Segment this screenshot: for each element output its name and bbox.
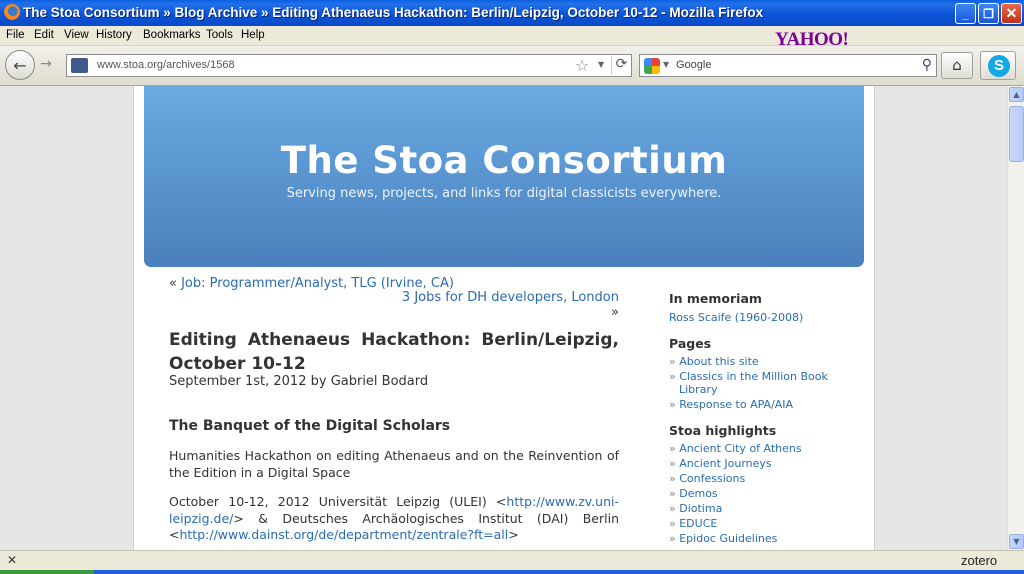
search-bar[interactable]: ▼ Google ⚲ xyxy=(639,54,937,77)
sidebar-highlight-item[interactable]: » Demos xyxy=(669,487,859,500)
site-header: The Stoa Consortium Serving news, projec… xyxy=(144,86,864,267)
memoriam-link[interactable]: Ross Scaife (1960-2008) xyxy=(669,311,803,324)
scroll-up-button[interactable]: ▲ xyxy=(1009,87,1024,102)
post-meta: September 1st, 2012 by Gabriel Bodard xyxy=(169,374,429,389)
skype-icon: S xyxy=(988,55,1010,77)
post-title-word: Berlin/Leipzig, xyxy=(481,330,619,350)
paragraph-text: > xyxy=(508,527,519,542)
highlight-link[interactable]: Diotima xyxy=(679,502,722,515)
sidebar-page-item[interactable]: » Classics in the Million Book Library xyxy=(669,370,859,396)
previous-post-nav: « Job: Programmer/Analyst, TLG (Irvine, … xyxy=(169,276,454,291)
page-link[interactable]: About this site xyxy=(679,355,758,368)
sidebar-page-item[interactable]: » Response to APA/AIA xyxy=(669,398,859,411)
page-link[interactable]: Classics in the Million Book Library xyxy=(679,370,828,396)
address-bar[interactable]: www.stoa.org/archives/1568 ☆ ▼ ⟳ xyxy=(66,54,632,77)
minimize-button[interactable]: _ xyxy=(955,3,976,24)
menu-bookmarks[interactable]: Bookmarks xyxy=(143,29,201,41)
highlight-link[interactable]: Ancient Journeys xyxy=(679,457,771,470)
search-icon[interactable]: ⚲ xyxy=(922,57,932,73)
sidebar-heading-highlights: Stoa highlights xyxy=(669,423,777,438)
site-favicon-icon xyxy=(71,58,88,73)
scroll-thumb[interactable] xyxy=(1009,106,1024,162)
close-addon-bar-icon[interactable]: ✕ xyxy=(7,553,17,567)
firefox-icon xyxy=(4,4,20,20)
post-paragraph-links: October 10-12, 2012 Universität Leipzig … xyxy=(169,494,619,544)
prev-arrow: « xyxy=(169,276,182,291)
paragraph-text: October 10-12, 2012 Universität Leipzig … xyxy=(169,494,507,509)
search-engine-dropdown-icon[interactable]: ▼ xyxy=(663,60,669,69)
menu-edit[interactable]: Edit xyxy=(34,29,54,41)
next-post-link[interactable]: 3 Jobs for DH developers, London xyxy=(402,290,619,305)
home-button[interactable]: ⌂ xyxy=(941,52,973,79)
highlight-link[interactable]: Ancient City of Athens xyxy=(679,442,801,455)
menu-help[interactable]: Help xyxy=(241,29,265,41)
sidebar-highlight-item[interactable]: » Ancient City of Athens xyxy=(669,442,859,455)
sidebar-page-item[interactable]: » About this site xyxy=(669,355,859,368)
scroll-down-button[interactable]: ▼ xyxy=(1009,534,1024,549)
search-input[interactable]: Google xyxy=(676,59,711,71)
menu-file[interactable]: File xyxy=(6,29,25,41)
menu-tools[interactable]: Tools xyxy=(206,29,233,41)
sidebar-heading-memoriam: In memoriam xyxy=(669,291,762,306)
post-title-line2: October 10-12 xyxy=(169,354,306,374)
content-viewport: The Stoa Consortium Serving news, projec… xyxy=(0,86,1007,550)
site-title[interactable]: The Stoa Consortium xyxy=(144,139,864,182)
sidebar-highlight-item[interactable]: » Ancient Journeys xyxy=(669,457,859,470)
close-window-button[interactable]: ✕ xyxy=(1001,3,1022,24)
url-text[interactable]: www.stoa.org/archives/1568 xyxy=(97,59,235,71)
status-bar: ✕ zotero xyxy=(0,550,1024,570)
sidebar-highlight-item[interactable]: » Epidoc Guidelines xyxy=(669,532,859,545)
back-button[interactable]: ← xyxy=(5,50,35,80)
menu-view[interactable]: View xyxy=(64,29,89,41)
google-icon[interactable] xyxy=(644,58,660,74)
page-link[interactable]: Response to APA/AIA xyxy=(679,398,793,411)
zotero-button[interactable]: zotero xyxy=(961,553,997,568)
sidebar-highlight-item[interactable]: » Confessions xyxy=(669,472,859,485)
vertical-scrollbar[interactable]: ▲ ▼ xyxy=(1007,86,1024,550)
url-dropdown-icon[interactable]: ▼ xyxy=(598,60,604,69)
window-title: The Stoa Consortium » Blog Archive » Edi… xyxy=(23,5,764,20)
post-title: Editing Athenaeus Hackathon: Berlin/Leip… xyxy=(169,328,619,376)
page-body: The Stoa Consortium Serving news, projec… xyxy=(133,86,875,550)
maximize-button[interactable]: ❐ xyxy=(978,3,999,24)
forward-button[interactable]: → xyxy=(36,56,56,74)
highlight-link[interactable]: Confessions xyxy=(679,472,745,485)
reload-button[interactable]: ⟳ xyxy=(611,56,631,75)
next-post-nav: 3 Jobs for DH developers, London » xyxy=(394,290,619,320)
highlight-link[interactable]: EDUCE xyxy=(679,517,717,530)
dai-link[interactable]: http://www.dainst.org/de/department/zent… xyxy=(179,527,508,542)
navigation-toolbar: ← → www.stoa.org/archives/1568 ☆ ▼ ⟳ ▼ G… xyxy=(0,46,1024,86)
sidebar-heading-pages: Pages xyxy=(669,336,712,351)
menu-history[interactable]: History xyxy=(96,29,132,41)
next-arrow: » xyxy=(611,305,619,320)
post-title-word: Editing xyxy=(169,330,237,350)
sidebar-highlight-item[interactable]: » Diotima xyxy=(669,502,859,515)
post-heading: The Banquet of the Digital Scholars xyxy=(169,418,451,434)
sidebar-highlight-item[interactable]: » EDUCE xyxy=(669,517,859,530)
previous-post-link[interactable]: Job: Programmer/Analyst, TLG (Irvine, CA… xyxy=(181,276,454,291)
post-paragraph: Humanities Hackathon on editing Athenaeu… xyxy=(169,448,619,480)
post-title-word: Hackathon: xyxy=(361,330,471,350)
menu-bar: File Edit View History Bookmarks Tools H… xyxy=(0,26,1024,46)
highlight-link[interactable]: Demos xyxy=(679,487,717,500)
site-subtitle: Serving news, projects, and links for di… xyxy=(286,186,722,201)
sidebar: In memoriam Ross Scaife (1960-2008) Page… xyxy=(669,291,859,550)
highlight-link[interactable]: Epidoc Guidelines xyxy=(679,532,777,545)
bookmark-star-icon[interactable]: ☆ xyxy=(575,56,589,75)
window-titlebar: The Stoa Consortium » Blog Archive » Edi… xyxy=(0,0,1024,26)
taskbar xyxy=(0,570,1024,574)
post-title-word: Athenaeus xyxy=(247,330,351,350)
skype-button[interactable]: S xyxy=(980,51,1016,80)
